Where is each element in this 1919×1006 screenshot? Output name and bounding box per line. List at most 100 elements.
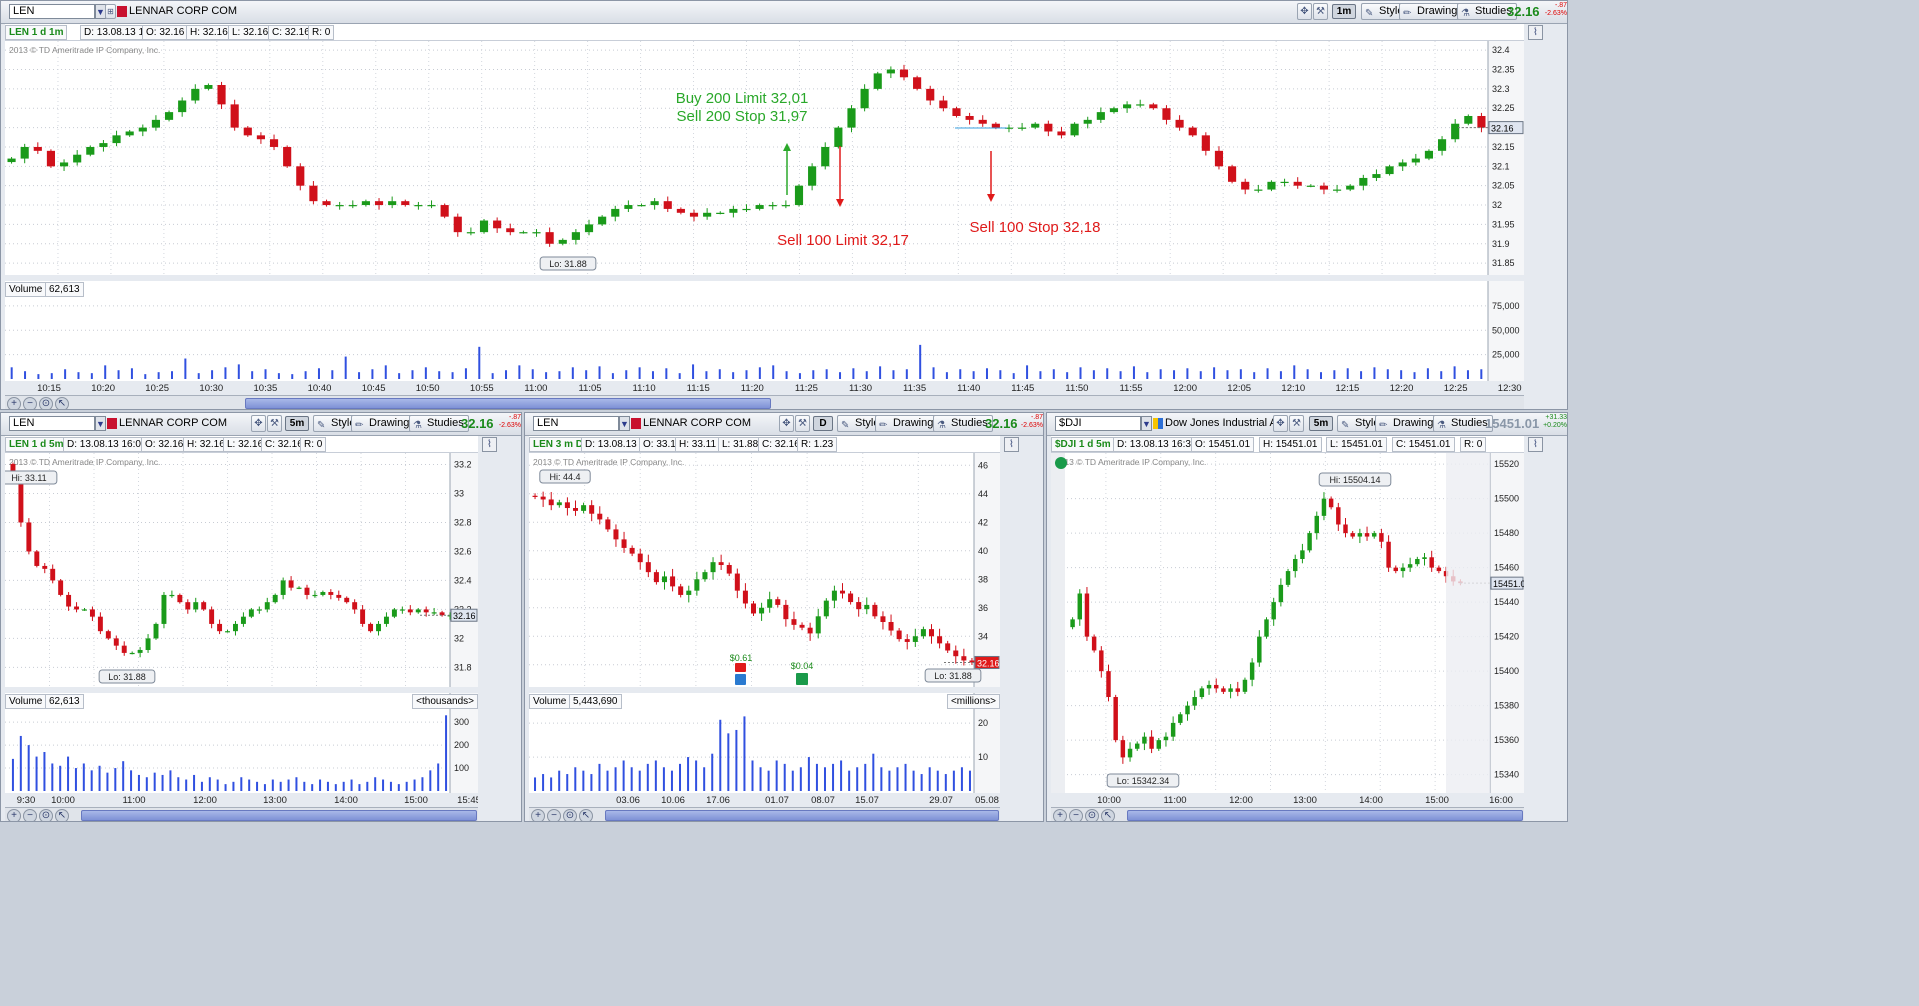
candle-body — [759, 607, 765, 614]
volume-bar — [478, 346, 481, 379]
bl-price-plot[interactable]: 33.23332.832.632.432.23231.82013 © TD Am… — [1, 453, 478, 687]
volume-value: 5,443,690 — [569, 694, 622, 709]
chart-settings-icon[interactable]: ⌇ — [482, 437, 497, 452]
candle-body — [808, 166, 817, 186]
candle-body — [624, 205, 633, 209]
candle-body — [269, 139, 279, 147]
crosshair-icon[interactable]: ✥ — [1297, 3, 1312, 20]
top-volume-plot[interactable]: 75,000 50,000 25,000 — [5, 281, 1524, 381]
symbol-dropdown-icon[interactable]: ▼ — [1141, 416, 1152, 431]
volume-unit: <thousands> — [412, 694, 478, 709]
time-tick-label: 11:10 — [633, 383, 656, 394]
price-change: -.87 -2.63% — [1017, 414, 1043, 430]
volume-bar — [248, 779, 251, 791]
cursor-icon[interactable]: ↖ — [579, 809, 593, 821]
top-price-chart[interactable]: 32.432.3532.332.2532.232.1532.132.053231… — [5, 41, 1524, 275]
tools-icon[interactable]: ⚒ — [1289, 415, 1304, 432]
scroll-thumb[interactable] — [81, 810, 477, 821]
candle-body — [272, 594, 278, 603]
top-price-plot[interactable]: 32.432.3532.332.2532.232.1532.132.053231… — [5, 41, 1524, 275]
top-scrollbar[interactable]: + − ⊙ ↖ — [5, 395, 1524, 409]
top-volume-chart[interactable]: 75,000 50,000 25,000 — [5, 281, 1524, 381]
br-toolbar: $DJI ▼ Dow Jones Industrial Ave... ✥ ⚒ 5… — [1047, 413, 1567, 436]
zoom-out-icon[interactable]: − — [23, 397, 37, 409]
tools-icon[interactable]: ⚒ — [795, 415, 810, 432]
tools-icon[interactable]: ⚒ — [1313, 3, 1328, 20]
zoom-out-icon[interactable]: − — [23, 809, 37, 821]
br-scrollbar[interactable]: + − ⊙ ↖ — [1051, 807, 1524, 821]
low-cell: L: 32.16 — [228, 25, 273, 40]
price-tick-label: 15400 — [1494, 666, 1519, 676]
candle-body — [1415, 558, 1420, 565]
zoom-in-icon[interactable]: + — [531, 809, 545, 821]
scroll-thumb[interactable] — [245, 398, 771, 409]
bl-price-chart[interactable]: 33.23332.832.632.432.23231.82013 © TD Am… — [1, 453, 478, 687]
chart-settings-icon[interactable]: ⌇ — [1528, 437, 1543, 452]
price-tick-label: 32.35 — [1492, 65, 1515, 75]
chart-settings-icon[interactable]: ⌇ — [1004, 437, 1019, 452]
candle-body — [734, 573, 740, 591]
volume-bar — [1253, 372, 1256, 379]
candle-body — [783, 604, 789, 620]
volume-bar — [358, 372, 361, 379]
bm-price-plot[interactable]: 46444240383634322013 © TD Ameritrade IP … — [529, 453, 1000, 687]
ohlc-infobar: LEN 1 d 1m D: 13.08.13 16:06 O: 32.16 H:… — [5, 24, 1524, 41]
time-tick-label: 10:15 — [37, 383, 61, 394]
candle-body — [750, 603, 757, 614]
volume-bar — [864, 763, 867, 791]
crosshair-icon[interactable]: ✥ — [779, 415, 794, 432]
studies-button[interactable]: ⚗ Studies — [409, 415, 469, 432]
scroll-thumb[interactable] — [1127, 810, 1523, 821]
studies-button[interactable]: ⚗ Studies — [933, 415, 993, 432]
cursor-icon[interactable]: ↖ — [1101, 809, 1115, 821]
bm-price-chart[interactable]: 46444240383634322013 © TD Ameritrade IP … — [529, 453, 1000, 687]
volume-bar — [1346, 368, 1349, 379]
br-price-chart[interactable]: 15520 15500 15480 15460 15440 15420 15400 15380… — [1051, 453, 1531, 793]
symbol-dropdown-icon[interactable]: ▼ — [619, 416, 630, 431]
crosshair-icon[interactable]: ✥ — [251, 415, 266, 432]
bm-scrollbar[interactable]: + − ⊙ ↖ — [529, 807, 1000, 821]
crosshair-icon[interactable]: ✥ — [1273, 415, 1288, 432]
studies-icon: ⚗ — [937, 420, 946, 431]
zoom-out-icon[interactable]: − — [547, 809, 561, 821]
zoom-out-icon[interactable]: − — [1069, 809, 1083, 821]
volume-bar — [585, 370, 588, 379]
zoom-fit-icon[interactable]: ⊙ — [563, 809, 577, 821]
symbol-input[interactable]: LEN — [9, 416, 95, 431]
high-price-label: Hi: 33.11 — [11, 473, 46, 483]
candle-body — [1300, 550, 1305, 559]
link-icon[interactable]: ⊞ — [105, 4, 116, 19]
zoom-fit-icon[interactable]: ⊙ — [1085, 809, 1099, 821]
volume-bar — [1293, 365, 1296, 379]
timeframe-button[interactable]: 1m — [1332, 4, 1356, 19]
zoom-in-icon[interactable]: + — [1053, 809, 1067, 821]
timeframe-button[interactable]: D — [813, 416, 833, 431]
price-change-pct: -2.63% — [1020, 422, 1043, 429]
cursor-icon[interactable]: ↖ — [55, 809, 69, 821]
symbol-input[interactable]: $DJI — [1055, 416, 1141, 431]
candle-body — [589, 505, 595, 514]
cursor-icon[interactable]: ↖ — [55, 397, 69, 409]
price-tick-label: 32.8 — [454, 517, 472, 527]
zoom-in-icon[interactable]: + — [7, 809, 21, 821]
timeframe-button[interactable]: 5m — [285, 416, 309, 431]
time-tick-label: 15:00 — [1425, 795, 1449, 806]
zoom-fit-icon[interactable]: ⊙ — [39, 397, 53, 409]
zoom-fit-icon[interactable]: ⊙ — [39, 809, 53, 821]
symbol-input[interactable]: LEN — [533, 416, 619, 431]
symbol-input[interactable]: LEN — [9, 4, 95, 19]
volume-bar — [67, 756, 70, 791]
scroll-thumb[interactable] — [605, 810, 999, 821]
timeframe-button[interactable]: 5m — [1309, 416, 1333, 431]
studies-button[interactable]: ⚗ Studies — [1433, 415, 1493, 432]
br-price-plot[interactable]: 15520 15500 15480 15460 15440 15420 15400 15380… — [1051, 453, 1531, 793]
tools-icon[interactable]: ⚒ — [267, 415, 282, 432]
symbol-dropdown-icon[interactable]: ▼ — [95, 416, 106, 431]
zoom-in-icon[interactable]: + — [7, 397, 21, 409]
bl-scrollbar[interactable]: + − ⊙ ↖ — [5, 807, 478, 821]
premarket-shade — [1051, 453, 1065, 793]
candle-body — [1241, 181, 1250, 190]
chart-settings-icon[interactable]: ⌇ — [1528, 25, 1543, 40]
volume-bar — [1213, 367, 1216, 379]
volume-infobar: Volume 62,613 — [5, 281, 125, 297]
